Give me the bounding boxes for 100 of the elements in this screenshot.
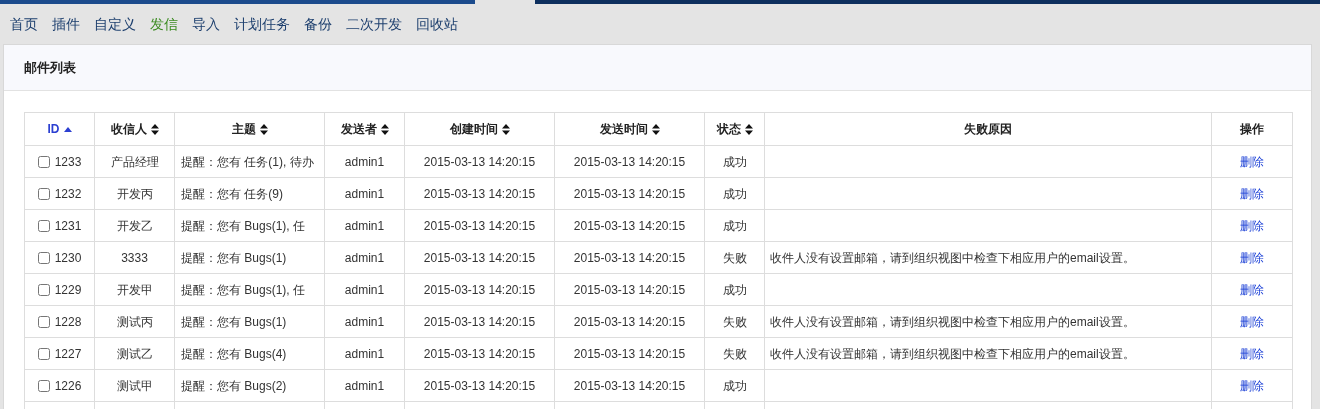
sort-icon <box>380 123 389 135</box>
status-cell-text: 失败 <box>722 345 747 363</box>
id-cell-text: 1230 <box>54 249 82 267</box>
recipient-cell-text: 测试乙 <box>116 345 153 363</box>
subject-cell-text: 提醒：您有 任务(1), 待办 <box>181 153 314 171</box>
id-cell-text: 1231 <box>54 217 82 235</box>
sender-cell-text: admin1 <box>344 377 385 395</box>
subject-cell-text: 提醒：您有 Bugs(2) <box>181 377 287 395</box>
sent-time-cell-text: 2015-03-13 14:20:15 <box>573 377 686 395</box>
sent-time-cell-text: 2015-03-13 14:20:15 <box>573 345 686 363</box>
recipient-cell-text: 产品经理 <box>110 153 159 171</box>
nav-link[interactable]: 自定义 <box>94 13 136 35</box>
sort-icon <box>501 123 510 135</box>
panel-title: 邮件列表 <box>24 58 76 77</box>
delete-link[interactable]: 删除 <box>1240 152 1264 171</box>
nav-link[interactable]: 备份 <box>304 13 332 35</box>
subject-cell-text: 提醒：您有 Bugs(1) <box>181 313 287 331</box>
sent-time-cell-text: 2015-03-13 14:20:15 <box>573 217 686 235</box>
status-cell-text: 成功 <box>722 281 747 299</box>
nav-link[interactable]: 导入 <box>192 13 220 35</box>
created-time-cell-text: 2015-03-13 14:20:15 <box>423 217 536 235</box>
recipient-cell-text: 测试甲 <box>116 377 153 395</box>
column-header[interactable]: 主题 <box>175 113 325 146</box>
row-checkbox[interactable] <box>37 187 50 200</box>
nav-link[interactable]: 二次开发 <box>346 13 402 35</box>
id-cell-text: 1233 <box>54 153 82 171</box>
recipient-cell-text: 开发丙 <box>116 185 153 203</box>
created-time-cell-text: 2015-03-13 14:20:15 <box>423 377 536 395</box>
delete-link[interactable]: 删除 <box>1240 376 1264 395</box>
delete-link[interactable]: 删除 <box>1240 184 1264 203</box>
row-checkbox[interactable] <box>37 219 50 232</box>
recipient-cell-text: 3333 <box>121 249 148 267</box>
status-cell-text: 成功 <box>722 153 747 171</box>
created-time-cell-text: 2015-03-13 14:20:15 <box>423 185 536 203</box>
recipient-cell-text: 测试丙 <box>116 313 153 331</box>
column-header[interactable]: 发送者 <box>325 113 405 146</box>
header-label: 收信人 <box>110 121 147 138</box>
header-label: 状态 <box>716 121 741 138</box>
sort-icon <box>150 123 159 135</box>
delete-link[interactable]: 删除 <box>1240 248 1264 267</box>
sent-time-cell-text: 2015-03-13 14:20:15 <box>573 153 686 171</box>
row-checkbox[interactable] <box>37 347 50 360</box>
delete-link[interactable]: 删除 <box>1240 280 1264 299</box>
id-cell-text: 1232 <box>54 185 82 203</box>
row-checkbox[interactable] <box>37 379 50 392</box>
sender-cell-text: admin1 <box>344 313 385 331</box>
column-header[interactable]: 发送时间 <box>555 113 705 146</box>
subject-cell-text: 提醒：您有 任务(9) <box>181 185 283 203</box>
failure-reason-cell: 收件人没有设置邮箱，请到组织视图中检查下相应用户的email设置。 <box>765 338 1212 370</box>
id-cell-text: 1227 <box>54 345 82 363</box>
row-checkbox[interactable] <box>37 283 50 296</box>
nav-link[interactable]: 插件 <box>52 13 80 35</box>
created-time-cell-text: 2015-03-13 14:20:15 <box>423 153 536 171</box>
delete-link[interactable]: 删除 <box>1240 312 1264 331</box>
sort-icon <box>744 123 753 135</box>
row-checkbox[interactable] <box>37 155 50 168</box>
subject-cell-text: 提醒：您有 Bugs(1), 任 <box>181 217 306 235</box>
subject-cell-text: 提醒：您有 Bugs(1) <box>181 249 287 267</box>
created-time-cell-text: 2015-03-13 14:20:15 <box>423 249 536 267</box>
row-checkbox[interactable] <box>37 251 50 264</box>
sender-cell-text: admin1 <box>344 281 385 299</box>
sender-cell-text: admin1 <box>344 217 385 235</box>
header-label: 主题 <box>231 121 256 138</box>
column-header[interactable]: ID <box>25 113 95 146</box>
sent-time-cell-text: 2015-03-13 14:20:15 <box>573 185 686 203</box>
header-label: 创建时间 <box>449 121 498 138</box>
sender-cell-text: admin1 <box>344 185 385 203</box>
id-cell-text: 1228 <box>54 313 82 331</box>
nav-link[interactable]: 计划任务 <box>234 13 290 35</box>
column-header[interactable]: 收信人 <box>95 113 175 146</box>
created-time-cell-text: 2015-03-13 14:20:15 <box>423 281 536 299</box>
nav-link[interactable]: 首页 <box>10 13 38 35</box>
header-label: ID <box>47 121 60 138</box>
recipient-cell-text: 开发乙 <box>116 217 153 235</box>
nav-link[interactable]: 回收站 <box>416 13 458 35</box>
recipient-cell-text: 开发甲 <box>116 281 153 299</box>
sort-icon <box>259 123 268 135</box>
status-cell-text: 成功 <box>722 217 747 235</box>
nav-link[interactable]: 发信 <box>150 13 178 35</box>
id-cell-text: 1229 <box>54 281 82 299</box>
delete-link[interactable]: 删除 <box>1240 344 1264 363</box>
sort-ascending-icon <box>63 126 72 132</box>
column-header[interactable]: 创建时间 <box>405 113 555 146</box>
sender-cell-text: admin1 <box>344 345 385 363</box>
sender-cell-text: admin1 <box>344 153 385 171</box>
sent-time-cell-text: 2015-03-13 14:20:15 <box>573 249 686 267</box>
sent-time-cell-text: 2015-03-13 14:20:15 <box>573 281 686 299</box>
column-header[interactable]: 状态 <box>705 113 765 146</box>
created-time-cell-text: 2015-03-13 14:20:15 <box>423 313 536 331</box>
sender-cell-text: admin1 <box>344 249 385 267</box>
subject-cell-text: 提醒：您有 Bugs(4) <box>181 345 287 363</box>
sort-icon <box>651 123 660 135</box>
sent-time-cell-text: 2015-03-13 14:20:15 <box>573 313 686 331</box>
created-time-cell-text: 2015-03-13 14:20:15 <box>423 345 536 363</box>
delete-link[interactable]: 删除 <box>1240 216 1264 235</box>
id-cell-text: 1226 <box>54 377 82 395</box>
header-label: 失败原因 <box>964 121 1012 138</box>
row-checkbox[interactable] <box>37 315 50 328</box>
status-cell-text: 成功 <box>722 185 747 203</box>
status-cell-text: 成功 <box>722 377 747 395</box>
